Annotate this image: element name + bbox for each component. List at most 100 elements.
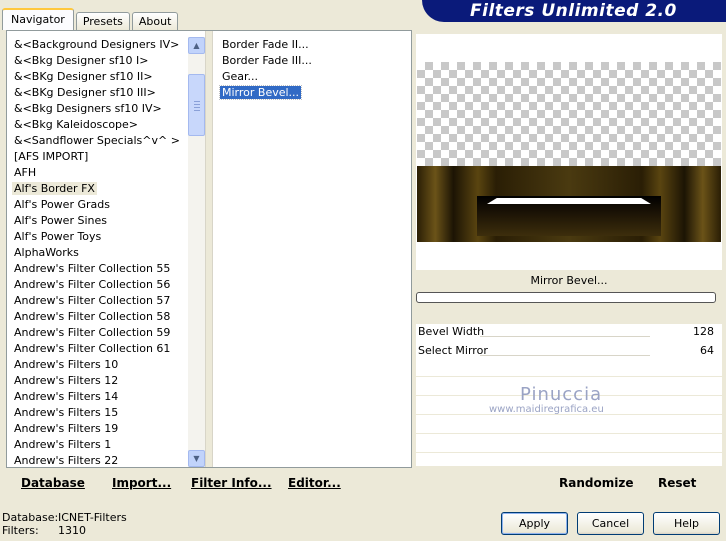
scroll-thumb[interactable] — [188, 74, 205, 136]
cancel-button[interactable]: Cancel — [577, 512, 644, 535]
category-label: AlphaWorks — [14, 246, 79, 259]
randomize-button[interactable]: Randomize — [559, 476, 633, 490]
filter-item[interactable]: Border Fade II... — [215, 37, 411, 53]
category-label: &<Bkg Designers sf10 IV> — [14, 102, 162, 115]
category-item[interactable]: Andrew's Filter Collection 55 — [7, 261, 194, 277]
database-label: Database: — [2, 511, 59, 524]
category-item[interactable]: Andrew's Filters 10 — [7, 357, 194, 373]
transparency-checkerboard — [417, 62, 721, 166]
category-item[interactable]: Andrew's Filter Collection 56 — [7, 277, 194, 293]
category-label: Andrew's Filters 12 — [14, 374, 119, 387]
scroll-down-button[interactable]: ▼ — [188, 450, 205, 467]
filters-count-label: Filters: — [2, 524, 39, 537]
chevron-up-icon: ▲ — [193, 41, 200, 50]
watermark-url: www.maidiregrafica.eu — [489, 404, 604, 415]
param-label: Bevel Width — [418, 325, 485, 338]
category-label: &<BKg Designer sf10 II> — [14, 70, 153, 83]
scroll-up-button[interactable]: ▲ — [188, 37, 205, 54]
filter-list[interactable]: Border Fade II... Border Fade III... Gear.… — [215, 37, 411, 101]
param-label: Select Mirror — [418, 344, 488, 357]
category-list[interactable]: &<Background Designers IV> &<Bkg Designer… — [7, 31, 194, 467]
tab-navigator[interactable]: Navigator — [2, 8, 74, 30]
tab-strip: Navigator Presets About — [2, 8, 180, 30]
category-label: Alf's Power Sines — [14, 214, 107, 227]
category-label: Andrew's Filter Collection 61 — [14, 342, 171, 355]
slider-track[interactable] — [480, 336, 650, 337]
category-label: &<Background Designers IV> — [14, 38, 180, 51]
category-item[interactable]: &<Background Designers IV> — [7, 37, 194, 53]
category-label: Andrew's Filter Collection 58 — [14, 310, 171, 323]
category-item[interactable]: &<BKg Designer sf10 II> — [7, 69, 194, 85]
parameter-toolbar: Randomize Reset — [416, 470, 722, 497]
category-label: Andrew's Filters 15 — [14, 406, 119, 419]
apply-button[interactable]: Apply — [501, 512, 568, 535]
filter-label: Border Fade III... — [222, 54, 312, 67]
slider-track[interactable] — [480, 355, 650, 356]
reset-button[interactable]: Reset — [658, 476, 696, 490]
database-value: ICNET-Filters — [58, 511, 127, 524]
category-label: [AFS IMPORT] — [14, 150, 89, 163]
category-item[interactable]: [AFS IMPORT] — [7, 149, 194, 165]
editor-button[interactable]: Editor... — [288, 476, 341, 490]
category-label: Alf's Power Toys — [14, 230, 102, 243]
category-label: &<Bkg Designer sf10 I> — [14, 54, 149, 67]
category-label: &<Bkg Kaleidoscope> — [14, 118, 139, 131]
category-item[interactable]: AFH — [7, 165, 194, 181]
category-label: Andrew's Filter Collection 59 — [14, 326, 171, 339]
tab-presets[interactable]: Presets — [75, 12, 130, 30]
param-value: 64 — [700, 344, 714, 357]
category-item[interactable]: Andrew's Filters 1 — [7, 437, 194, 453]
filter-label: Gear... — [222, 70, 259, 83]
category-item[interactable]: Andrew's Filter Collection 57 — [7, 293, 194, 309]
filter-title: Mirror Bevel... — [416, 270, 722, 292]
category-label: Andrew's Filter Collection 57 — [14, 294, 171, 307]
filter-item[interactable]: Gear... — [215, 69, 411, 85]
filter-label: Border Fade II... — [222, 38, 309, 51]
category-label: Andrew's Filter Collection 56 — [14, 278, 171, 291]
category-item[interactable]: AlphaWorks — [7, 245, 194, 261]
category-label: &<Sandflower Specials^v^ > — [14, 134, 180, 147]
category-label: Alf's Border FX — [12, 182, 97, 195]
category-item[interactable]: &<Bkg Kaleidoscope> — [7, 117, 194, 133]
category-label: Alf's Power Grads — [14, 198, 110, 211]
tab-about[interactable]: About — [131, 12, 179, 30]
list-splitter[interactable] — [205, 31, 213, 467]
category-item[interactable]: Alf's Power Toys — [7, 229, 194, 245]
category-label: Andrew's Filters 10 — [14, 358, 119, 371]
import-button[interactable]: Import... — [112, 476, 171, 490]
param-bevel-width[interactable]: Bevel Width 128 — [416, 324, 716, 340]
category-label: Andrew's Filters 1 — [14, 438, 112, 451]
category-item[interactable]: Andrew's Filters 15 — [7, 405, 194, 421]
filter-preview — [416, 34, 722, 270]
filters-count-value: 1310 — [58, 524, 86, 537]
category-item[interactable]: Andrew's Filters 19 — [7, 421, 194, 437]
category-item[interactable]: Andrew's Filters 22 — [7, 453, 194, 467]
filter-item[interactable]: Mirror Bevel... — [215, 85, 411, 101]
banner-title: Filters Unlimited 2.0 — [470, 1, 677, 21]
chevron-down-icon: ▼ — [193, 454, 200, 463]
filter-item[interactable]: Border Fade III... — [215, 53, 411, 69]
filter-info-button[interactable]: Filter Info... — [191, 476, 272, 490]
category-item[interactable]: &<Bkg Designer sf10 I> — [7, 53, 194, 69]
category-item[interactable]: &<BKg Designer sf10 III> — [7, 85, 194, 101]
category-item[interactable]: Andrew's Filter Collection 58 — [7, 309, 194, 325]
category-item[interactable]: Alf's Power Sines — [7, 213, 194, 229]
param-select-mirror[interactable]: Select Mirror 64 — [416, 343, 716, 359]
navigator-panel: &<Background Designers IV> &<Bkg Designer… — [6, 30, 412, 468]
category-scrollbar[interactable]: ▲ ▼ — [188, 37, 205, 467]
category-item[interactable]: Alf's Border FX — [7, 181, 194, 197]
category-item[interactable]: Alf's Power Grads — [7, 197, 194, 213]
category-item[interactable]: Andrew's Filters 12 — [7, 373, 194, 389]
param-value: 128 — [693, 325, 714, 338]
category-item[interactable]: &<Sandflower Specials^v^ > — [7, 133, 194, 149]
watermark-name: Pinuccia — [520, 384, 603, 405]
database-button[interactable]: Database — [21, 476, 85, 490]
navigator-toolbar: Database Import... Filter Info... Editor… — [6, 470, 412, 497]
help-button[interactable]: Help — [653, 512, 720, 535]
category-item[interactable]: &<Bkg Designers sf10 IV> — [7, 101, 194, 117]
database-info: Database: ICNET-Filters Filters: 1310 — [2, 511, 127, 537]
category-item[interactable]: Andrew's Filters 14 — [7, 389, 194, 405]
category-item[interactable]: Andrew's Filter Collection 61 — [7, 341, 194, 357]
category-item[interactable]: Andrew's Filter Collection 59 — [7, 325, 194, 341]
progress-bar — [416, 292, 716, 303]
